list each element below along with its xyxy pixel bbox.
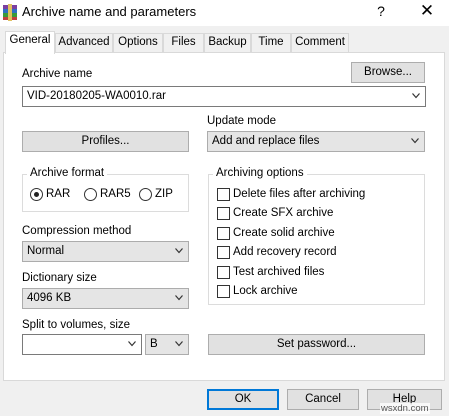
update-mode-select[interactable]: Add and replace files bbox=[207, 131, 425, 152]
chevron-down-icon bbox=[175, 295, 183, 301]
tab-files[interactable]: Files bbox=[163, 33, 204, 53]
archive-name-value: VID-20180205-WA0010.rar bbox=[27, 90, 166, 102]
add-recovery-record-checkbox[interactable] bbox=[217, 246, 230, 259]
chevron-down-icon bbox=[412, 93, 420, 99]
profiles-button[interactable]: Profiles... bbox=[22, 131, 189, 152]
ok-button[interactable]: OK bbox=[207, 389, 279, 410]
compression-method-select[interactable]: Normal bbox=[22, 241, 189, 262]
lock-archive-checkbox[interactable] bbox=[217, 285, 230, 298]
close-button[interactable]: ✕ bbox=[418, 1, 436, 21]
create-sfx-checkbox[interactable] bbox=[217, 207, 230, 220]
archive-name-combo[interactable]: VID-20180205-WA0010.rar bbox=[22, 86, 426, 107]
help-button[interactable]: Help bbox=[367, 389, 442, 410]
tab-time[interactable]: Time bbox=[251, 33, 291, 53]
split-volumes-unit-select[interactable]: B bbox=[145, 334, 189, 355]
radio-zip[interactable] bbox=[139, 188, 152, 201]
update-mode-value: Add and replace files bbox=[212, 135, 320, 147]
chevron-down-icon bbox=[175, 248, 183, 254]
tab-advanced[interactable]: Advanced bbox=[55, 33, 113, 53]
radio-rar[interactable] bbox=[30, 188, 43, 201]
create-solid-checkbox[interactable] bbox=[217, 227, 230, 240]
compression-method-value: Normal bbox=[27, 245, 65, 257]
dictionary-size-value: 4096 KB bbox=[27, 292, 72, 304]
help-title-button[interactable]: ? bbox=[373, 3, 389, 19]
radio-rar5[interactable] bbox=[84, 188, 97, 201]
chevron-down-icon bbox=[411, 138, 419, 144]
set-password-button[interactable]: Set password... bbox=[208, 334, 425, 355]
tab-backup[interactable]: Backup bbox=[204, 33, 251, 53]
winrar-books-icon bbox=[3, 4, 17, 21]
tab-general[interactable]: General bbox=[5, 31, 55, 54]
split-volumes-size-combo[interactable] bbox=[22, 334, 142, 355]
cancel-button[interactable]: Cancel bbox=[287, 389, 359, 410]
title-bar: Archive name and parameters ? ✕ bbox=[0, 0, 449, 26]
chevron-down-icon bbox=[128, 341, 136, 347]
window-title: Archive name and parameters bbox=[22, 4, 197, 19]
radio-selected-dot bbox=[34, 192, 39, 197]
dictionary-size-select[interactable]: 4096 KB bbox=[22, 288, 189, 309]
delete-after-archiving-checkbox[interactable] bbox=[217, 188, 230, 201]
test-archived-checkbox[interactable] bbox=[217, 266, 230, 279]
tab-comment[interactable]: Comment bbox=[291, 33, 349, 53]
split-volumes-unit: B bbox=[150, 338, 158, 350]
browse-button[interactable]: Browse... bbox=[351, 62, 425, 83]
tab-options[interactable]: Options bbox=[113, 33, 163, 53]
chevron-down-icon bbox=[175, 341, 183, 347]
